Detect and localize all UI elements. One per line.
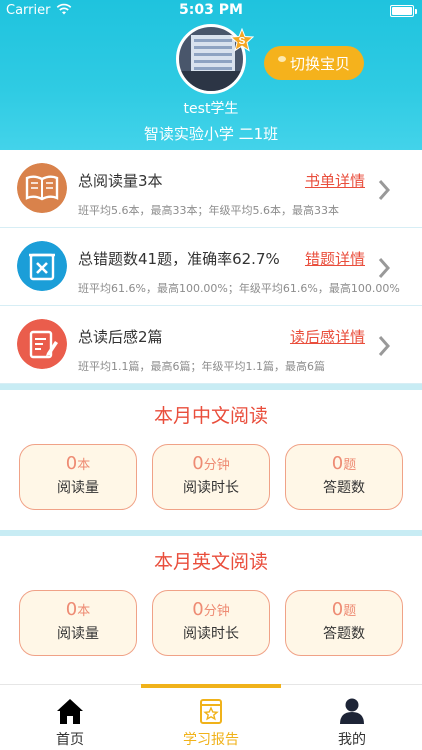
stat-title: 总读后感2篇: [78, 328, 163, 346]
card-label: 阅读时长: [183, 626, 239, 642]
notes-icon: [17, 319, 67, 369]
stat-row-wrong-answers[interactable]: 总错题数41题，准确率62.7% 错题详情 班平均61.6%，最高100.00%…: [0, 228, 422, 306]
stat-row-reflections[interactable]: 总读后感2篇 读后感详情 班平均1.1篇，最高6篇；年级平均1.1篇，最高6篇: [0, 306, 422, 384]
tab-bar: 首页 学习报告 我的: [0, 684, 422, 750]
profile-icon: [340, 698, 364, 724]
reflections-link[interactable]: 读后感详情: [290, 326, 365, 347]
tab-home[interactable]: 首页: [0, 685, 140, 750]
status-time: 5:03 PM: [179, 2, 243, 18]
section-title: 本月英文阅读: [153, 551, 268, 573]
tab-mine[interactable]: 我的: [282, 685, 422, 750]
tab-label: 首页: [56, 732, 84, 748]
card-value: 0: [65, 453, 78, 474]
chevron-right-icon[interactable]: [377, 256, 391, 280]
card-label: 阅读量: [57, 480, 99, 496]
button-highlight-icon: [277, 56, 286, 62]
card-label: 答题数: [323, 626, 365, 642]
card-unit: 题: [343, 604, 357, 619]
school-class: 智读实验小学 二1班: [143, 125, 279, 143]
card-unit: 本: [77, 458, 91, 473]
card-label: 阅读量: [57, 626, 99, 642]
wrong-answers-link[interactable]: 错题详情: [305, 248, 365, 269]
stat-card-reading-count[interactable]: 0本 阅读量: [19, 444, 137, 510]
tab-study-report[interactable]: 学习报告: [141, 684, 281, 750]
card-value: 0: [192, 599, 204, 620]
stat-card-reading-count[interactable]: 0本 阅读量: [19, 590, 137, 656]
card-unit: 分钟: [203, 604, 230, 619]
chinese-reading-section: 本月中文阅读 0本 阅读量 0分钟 阅读时长 0题 答题数: [0, 390, 422, 530]
stat-card-answers[interactable]: 0题 答题数: [285, 590, 403, 656]
card-value: 0: [331, 453, 344, 474]
svg-text:S: S: [239, 36, 246, 47]
tab-label: 学习报告: [183, 732, 239, 748]
stat-title: 总阅读量3本: [78, 172, 163, 190]
status-bar: Carrier 5:03 PM: [0, 0, 422, 22]
stat-row-reading[interactable]: 总阅读量3本 书单详情 班平均5.6本，最高33本；年级平均5.6本，最高33本: [0, 150, 422, 228]
card-label: 阅读时长: [183, 480, 239, 496]
card-value: 0: [65, 599, 78, 620]
card-value: 0: [331, 599, 344, 620]
book-icon: [17, 163, 67, 213]
switch-child-button[interactable]: 切换宝贝: [264, 46, 364, 80]
tab-label: 我的: [338, 732, 366, 748]
english-reading-section: 本月英文阅读 0本 阅读量 0分钟 阅读时长 0题 答题数: [0, 536, 422, 676]
stat-subtitle: 班平均61.6%，最高100.00%；年级平均61.6%，最高100.00%: [78, 282, 400, 295]
switch-child-label: 切换宝贝: [289, 54, 350, 73]
book-list-link[interactable]: 书单详情: [305, 170, 365, 191]
profile-header: Carrier 5:03 PM S 切换宝贝 test学生 智读实验小学 二1班: [0, 0, 422, 150]
chevron-right-icon[interactable]: [377, 334, 391, 358]
star-badge-icon: S: [230, 28, 254, 52]
stat-subtitle: 班平均5.6本，最高33本；年级平均5.6本，最高33本: [78, 204, 339, 217]
chevron-right-icon[interactable]: [377, 178, 391, 202]
stat-card-answers[interactable]: 0题 答题数: [285, 444, 403, 510]
card-value: 0: [192, 453, 204, 474]
battery-icon: [390, 5, 417, 17]
card-unit: 本: [77, 604, 91, 619]
stat-subtitle: 班平均1.1篇，最高6篇；年级平均1.1篇，最高6篇: [78, 360, 325, 373]
student-name: test学生: [183, 101, 239, 117]
card-unit: 分钟: [203, 458, 230, 473]
section-title: 本月中文阅读: [153, 405, 268, 427]
summary-stats: 总阅读量3本 书单详情 班平均5.6本，最高33本；年级平均5.6本，最高33本…: [0, 150, 422, 676]
card-unit: 题: [343, 458, 357, 473]
stat-card-reading-time[interactable]: 0分钟 阅读时长: [152, 590, 270, 656]
wrong-answer-icon: [17, 241, 67, 291]
home-icon: [57, 699, 83, 724]
stat-title: 总错题数41题，准确率62.7%: [78, 250, 280, 268]
report-icon: [200, 699, 222, 724]
card-label: 答题数: [323, 480, 365, 496]
stat-card-reading-time[interactable]: 0分钟 阅读时长: [152, 444, 270, 510]
